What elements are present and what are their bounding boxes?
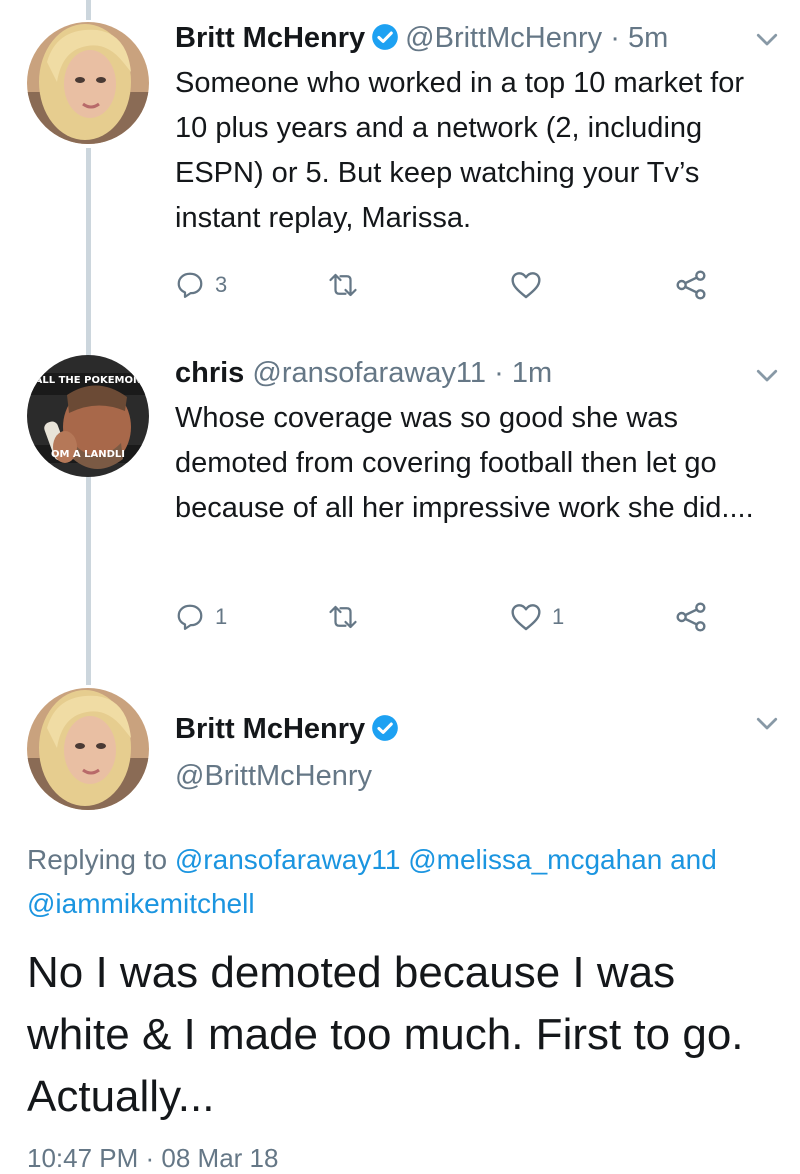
display-name[interactable]: Britt McHenry (175, 713, 365, 745)
share-icon (676, 270, 706, 300)
retweet-button[interactable] (325, 265, 371, 305)
user-handle[interactable]: @BrittMcHenry (175, 760, 372, 792)
main-tweet-handle-row: @BrittMcHenry (175, 758, 372, 794)
retweet-button[interactable] (325, 597, 371, 637)
chevron-down-icon[interactable] (752, 708, 782, 738)
reply-button[interactable]: 1 (175, 597, 227, 637)
mention-link[interactable]: @ransofaraway11 (175, 844, 401, 875)
tweet-text: Someone who worked in a top 10 market fo… (175, 67, 745, 234)
replying-to: Replying to @ransofaraway11 @melissa_mcg… (27, 838, 787, 926)
avatar[interactable] (27, 22, 149, 144)
tweet-actions: 1 1 (175, 597, 735, 637)
tweet-actions: 3 (175, 265, 735, 305)
retweet-icon (329, 273, 357, 297)
main-tweet-text: No I was demoted because I was white & I… (27, 948, 744, 1121)
tweet-text: Whose coverage was so good she was demot… (175, 402, 754, 524)
reply-count: 3 (215, 272, 228, 297)
svg-text:ALL THE POKEMON: ALL THE POKEMON (35, 375, 142, 386)
mention-link[interactable]: @melissa_mcgahan (408, 844, 662, 875)
like-button[interactable]: 1 (510, 597, 564, 637)
share-button[interactable] (675, 265, 707, 305)
thread-line-bottom (86, 470, 91, 685)
verified-badge-icon (371, 714, 399, 751)
tweet-timestamp[interactable]: 10:47 PM · 08 Mar 18 (27, 1143, 278, 1174)
share-icon (676, 602, 706, 632)
like-count: 1 (552, 604, 565, 629)
avatar[interactable]: ALL THE POKEMON OM A LANDLI (27, 355, 149, 477)
user-handle[interactable]: @BrittMcHenry (405, 22, 602, 54)
main-tweet-name-row: Britt McHenry (175, 711, 405, 751)
tweet-time[interactable]: 1m (512, 357, 552, 389)
avatar[interactable] (27, 688, 149, 810)
reply-icon (177, 272, 203, 298)
retweet-icon (329, 605, 357, 629)
thread-line-middle (86, 148, 91, 358)
tweet-time[interactable]: 5m (628, 22, 668, 54)
svg-text:OM A LANDLI: OM A LANDLI (51, 449, 125, 460)
heart-icon (511, 272, 541, 299)
separator-dot: · (494, 357, 504, 389)
mention-link[interactable]: @iammikemitchell (27, 888, 255, 919)
heart-icon (511, 604, 541, 631)
display-name[interactable]: Britt McHenry (175, 22, 365, 54)
share-button[interactable] (675, 597, 707, 637)
thread-line-top (86, 0, 91, 20)
verified-badge-icon (371, 23, 399, 60)
tweet-header: chris @ransofaraway11 · 1m (175, 355, 552, 391)
reply-icon (177, 604, 203, 630)
reply-button[interactable]: 3 (175, 265, 227, 305)
chevron-down-icon[interactable] (752, 24, 782, 54)
tweet-header: Britt McHenry @BrittMcHenry · 5m (175, 20, 668, 60)
and-others-link[interactable]: and (670, 844, 717, 875)
user-handle[interactable]: @ransofaraway11 (252, 357, 486, 389)
like-button[interactable] (510, 265, 552, 305)
reply-count: 1 (215, 604, 228, 629)
separator-dot: · (610, 22, 620, 54)
replying-to-label: Replying to (27, 844, 168, 875)
chevron-down-icon[interactable] (752, 360, 782, 390)
display-name[interactable]: chris (175, 357, 244, 389)
